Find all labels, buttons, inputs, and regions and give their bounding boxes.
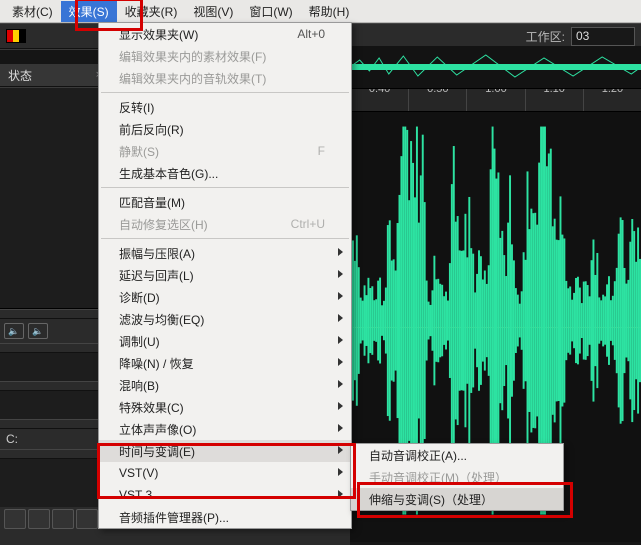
transport-btn-1[interactable]: [4, 509, 26, 529]
fx-item-5[interactable]: 前后反向(R): [99, 118, 351, 140]
submenu-arrow-icon: [338, 380, 343, 388]
fx-item-15[interactable]: 滤波与均衡(EQ): [99, 308, 351, 330]
channel-label: C:: [0, 429, 110, 449]
tick: 0:40: [350, 89, 408, 111]
fx-item-13[interactable]: 延迟与回声(L): [99, 264, 351, 286]
fx-item-label: 降噪(N) / 恢复: [119, 355, 194, 372]
fx-item-20[interactable]: 立体声声像(O): [99, 418, 351, 440]
submenu-item-1: 手动音调校正(M)（处理）: [351, 466, 563, 488]
fx-item-2: 编辑效果夹内的音轨效果(T): [99, 67, 351, 89]
menu-favorites[interactable]: 收藏夹(R): [117, 1, 186, 22]
fx-item-label: 音频插件管理器(P)...: [119, 509, 229, 526]
speaker-right-icon[interactable]: 🔈: [28, 323, 48, 339]
fx-item-label: VST(V): [119, 466, 158, 480]
fx-item-6: 静默(S) F: [99, 140, 351, 162]
fx-item-label: 匹配音量(M): [119, 194, 185, 211]
overview-waveform[interactable]: [350, 46, 641, 89]
fx-item-23[interactable]: VST 3: [99, 484, 351, 506]
fx-item-label: 延迟与回声(L): [119, 267, 194, 284]
submenu-arrow-icon: [338, 468, 343, 476]
fx-item-19[interactable]: 特殊效果(C): [99, 396, 351, 418]
fx-item-21[interactable]: 时间与变调(E): [99, 440, 351, 462]
left-column: 状态 × 🔈 🔈 C:: [0, 64, 110, 544]
transport-btn-3[interactable]: [52, 509, 74, 529]
submenu-arrow-icon: [338, 292, 343, 300]
fx-item-label: 生成基本音色(G)...: [119, 165, 218, 182]
fx-item-label: 静默(S): [119, 143, 159, 160]
fx-item-label: VST 3: [119, 488, 152, 502]
fx-item-label: 诊断(D): [119, 289, 160, 306]
fx-item-label: 编辑效果夹内的音轨效果(T): [119, 70, 266, 87]
status-label: 状态: [8, 67, 32, 84]
tick: 1:10: [525, 89, 583, 111]
fx-item-label: 前后反向(R): [119, 121, 184, 138]
submenu-arrow-icon: [338, 424, 343, 432]
fx-item-14[interactable]: 诊断(D): [99, 286, 351, 308]
submenu-arrow-icon: [338, 270, 343, 278]
submenu-arrow-icon: [338, 490, 343, 498]
fx-item-0[interactable]: 显示效果夹(W) Alt+0: [99, 23, 351, 45]
menu-view[interactable]: 视图(V): [185, 1, 241, 22]
fx-item-10: 自动修复选区(H) Ctrl+U: [99, 213, 351, 235]
tick: 0:50: [408, 89, 466, 111]
fx-item-1: 编辑效果夹内的素材效果(F): [99, 45, 351, 67]
fx-item-22[interactable]: VST(V): [99, 462, 351, 484]
transport-btn-2[interactable]: [28, 509, 50, 529]
time-pitch-submenu: 自动音调校正(A)...手动音调校正(M)（处理）伸缩与变调(S)（处理）: [350, 443, 564, 511]
submenu-arrow-icon: [338, 248, 343, 256]
fx-item-16[interactable]: 调制(U): [99, 330, 351, 352]
menu-bar: 素材(C) 效果(S) 收藏夹(R) 视图(V) 窗口(W) 帮助(H): [0, 0, 641, 23]
tick: 1:20: [583, 89, 641, 111]
menu-window[interactable]: 窗口(W): [241, 1, 300, 22]
shortcut-label: Ctrl+U: [291, 217, 325, 231]
submenu-arrow-icon: [338, 336, 343, 344]
shortcut-label: Alt+0: [297, 27, 325, 41]
submenu-arrow-icon: [338, 314, 343, 322]
submenu-arrow-icon: [338, 358, 343, 366]
fx-item-24[interactable]: 音频插件管理器(P)...: [99, 506, 351, 528]
shortcut-label: F: [318, 144, 325, 158]
tick: 1:00: [466, 89, 524, 111]
fx-item-label: 特殊效果(C): [119, 399, 184, 416]
fx-item-label: 显示效果夹(W): [119, 26, 198, 43]
status-panel-body: [0, 87, 110, 309]
fx-item-label: 振幅与压限(A): [119, 245, 195, 262]
fx-item-7[interactable]: 生成基本音色(G)...: [99, 162, 351, 184]
fx-item-label: 时间与变调(E): [119, 443, 195, 460]
fx-item-label: 滤波与均衡(EQ): [119, 311, 204, 328]
menu-effects[interactable]: 效果(S): [61, 1, 117, 22]
fx-item-18[interactable]: 混响(B): [99, 374, 351, 396]
menu-clip[interactable]: 素材(C): [4, 1, 61, 22]
status-panel-header[interactable]: 状态 ×: [0, 64, 110, 87]
workspace-label: 工作区:: [526, 28, 565, 45]
submenu-arrow-icon: [338, 446, 343, 454]
fx-item-label: 调制(U): [119, 333, 160, 350]
submenu-item-0[interactable]: 自动音调校正(A)...: [351, 444, 563, 466]
fx-item-label: 自动修复选区(H): [119, 216, 208, 233]
fx-item-9[interactable]: 匹配音量(M): [99, 191, 351, 213]
speaker-left-icon[interactable]: 🔈: [4, 323, 24, 339]
effects-dropdown: 显示效果夹(W) Alt+0 编辑效果夹内的素材效果(F) 编辑效果夹内的音轨效果(T…: [98, 22, 352, 529]
language-flag-icon[interactable]: [6, 29, 26, 43]
submenu-arrow-icon: [338, 402, 343, 410]
transport-btn-4[interactable]: [76, 509, 98, 529]
fx-item-label: 编辑效果夹内的素材效果(F): [119, 48, 266, 65]
fx-item-label: 混响(B): [119, 377, 159, 394]
submenu-item-2[interactable]: 伸缩与变调(S)（处理）: [351, 488, 563, 510]
fx-item-12[interactable]: 振幅与压限(A): [99, 242, 351, 264]
fx-item-label: 立体声声像(O): [119, 421, 196, 438]
fx-item-17[interactable]: 降噪(N) / 恢复: [99, 352, 351, 374]
timeline-ruler[interactable]: 0:40 0:50 1:00 1:10 1:20: [350, 89, 641, 112]
fx-item-label: 反转(I): [119, 99, 154, 116]
workspace-field[interactable]: 03: [571, 27, 635, 46]
transport-row: [0, 507, 110, 531]
menu-help[interactable]: 帮助(H): [301, 1, 358, 22]
fx-item-4[interactable]: 反转(I): [99, 96, 351, 118]
